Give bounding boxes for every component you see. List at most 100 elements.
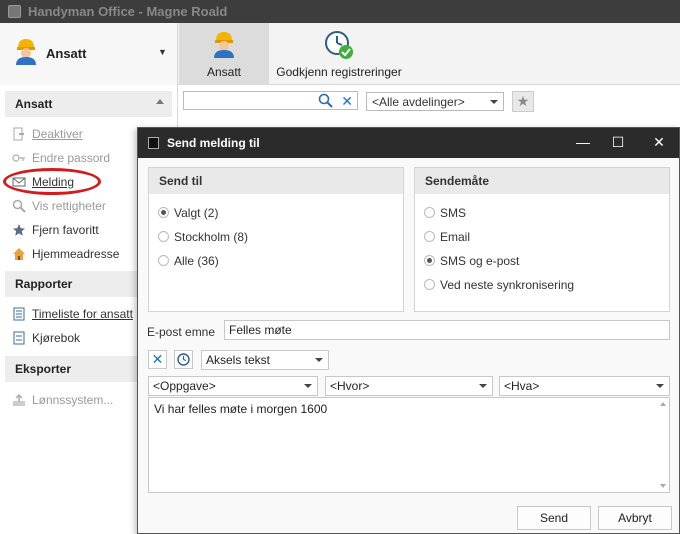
what-select-value: <Hva> [504, 379, 540, 393]
dialog-titlebar: Send melding til — ☐ ✕ [138, 128, 679, 158]
radio-dot [158, 207, 169, 219]
chevron-down-icon [479, 384, 487, 388]
chevron-down-icon [315, 358, 323, 362]
collapse-icon [156, 99, 164, 104]
send-method-group: Sendemåte SMS Email SMS og e-post Ved ne… [414, 167, 670, 312]
dialog-icon [148, 137, 159, 149]
section-title: Ansatt [15, 97, 53, 111]
clock-check-icon [324, 30, 354, 63]
chevron-down-icon: ▼ [158, 47, 167, 57]
send-to-title: Send til [149, 168, 403, 194]
sidebar-item-label: Hjemmeadresse [32, 246, 120, 261]
insert-time-button[interactable] [174, 350, 193, 369]
department-select[interactable]: <Alle avdelinger> [366, 92, 504, 111]
radio-dot [424, 279, 435, 291]
close-icon: ✕ [151, 351, 164, 367]
radio-alle[interactable]: Alle (36) [158, 253, 219, 268]
where-select-value: <Hvor> [330, 379, 370, 393]
sidebar-item-label: Deaktiver [32, 126, 83, 141]
dialog-title: Send melding til [167, 136, 260, 150]
worker-icon [212, 30, 236, 61]
scroll-up-icon [660, 402, 666, 406]
house-icon [12, 247, 26, 261]
send-message-dialog: Send melding til — ☐ ✕ Send til Valgt (2… [137, 127, 680, 534]
sidebar-item-vis-rettigheter[interactable]: Vis rettigheter [12, 198, 106, 216]
close-icon[interactable]: ✕ [649, 134, 669, 151]
ribbon-approve-button[interactable]: Godkjenn registreringer [269, 23, 409, 85]
subject-value: Felles møte [229, 323, 292, 337]
sidebar-item-deaktiver[interactable]: Deaktiver [12, 126, 83, 144]
radio-label: Alle (36) [174, 253, 219, 268]
magnifier-icon [12, 199, 26, 213]
app-title: Handyman Office - Magne Roald [28, 4, 228, 19]
star-icon [12, 223, 26, 237]
radio-sms[interactable]: SMS [424, 205, 466, 220]
sidebar-item-hjemmeadresse[interactable]: Hjemmeadresse [12, 246, 119, 264]
sidebar-item-label: Fjern favoritt [32, 222, 99, 237]
subject-input[interactable]: Felles møte [224, 320, 670, 340]
deactivate-icon [12, 127, 26, 141]
radio-dot [424, 255, 435, 267]
sidebar-item-fjern-favoritt[interactable]: Fjern favoritt [12, 222, 99, 240]
sidebar-item-timeliste[interactable]: Timeliste for ansatt [12, 306, 133, 324]
radio-dot [424, 231, 435, 243]
ribbon: Ansatt ▼ Ansatt Godkjenn registreringer [0, 23, 680, 85]
chevron-down-icon [656, 384, 664, 388]
radio-dot [424, 207, 435, 219]
ribbon-ansatt-button[interactable]: Ansatt [179, 23, 269, 85]
chevron-down-icon [304, 384, 312, 388]
search-icon[interactable] [318, 93, 333, 111]
ribbon-approve-label: Godkjenn registreringer [276, 65, 402, 79]
app-titlebar: Handyman Office - Magne Roald [0, 0, 680, 23]
message-textarea[interactable]: Vi har felles møte i morgen 1600 [148, 397, 670, 493]
favorite-star-button[interactable]: ★ [512, 91, 534, 112]
sidebar-item-label: Vis rettigheter [32, 198, 106, 213]
radio-sms-og-epost[interactable]: SMS og e-post [424, 253, 519, 268]
radio-label: SMS [440, 205, 467, 220]
sidebar-item-kjorebok[interactable]: Kjørebok [12, 330, 80, 348]
key-icon [12, 151, 26, 165]
radio-valgt[interactable]: Valgt (2) [158, 205, 218, 220]
text-template-value: Aksels tekst [206, 353, 271, 367]
department-select-value: <Alle avdelinger> [372, 95, 465, 109]
section-header-ansatt[interactable]: Ansatt [5, 91, 172, 117]
text-template-select[interactable]: Aksels tekst [201, 350, 329, 370]
where-select[interactable]: <Hvor> [325, 376, 493, 396]
radio-neste-synk[interactable]: Ved neste synkronisering [424, 277, 574, 292]
radio-email[interactable]: Email [424, 229, 470, 244]
sidebar-item-lonnssystem[interactable]: Lønnssystem... [12, 392, 113, 410]
what-select[interactable]: <Hva> [499, 376, 670, 396]
maximize-icon[interactable]: ☐ [608, 134, 628, 151]
cancel-button[interactable]: Avbryt [598, 506, 672, 530]
sidebar-item-label: Lønnssystem... [32, 392, 114, 407]
export-icon [12, 393, 26, 407]
radio-dot [158, 231, 169, 243]
send-to-group: Send til Valgt (2) Stockholm (8) Alle (3… [148, 167, 404, 312]
radio-dot [158, 255, 169, 267]
sidebar-item-label: Endre passord [32, 150, 111, 165]
clock-icon [177, 353, 190, 369]
logbook-icon [12, 331, 26, 345]
radio-label: Ved neste synkronisering [440, 277, 575, 292]
send-button[interactable]: Send [517, 506, 591, 530]
task-select[interactable]: <Oppgave> [148, 376, 318, 396]
task-select-value: <Oppgave> [153, 379, 216, 393]
sidebar-item-endre-passord[interactable]: Endre passord [12, 150, 110, 168]
user-selector[interactable]: Ansatt ▼ [0, 23, 178, 85]
timesheet-icon [12, 307, 26, 321]
message-scrollbar[interactable] [657, 398, 669, 492]
clear-text-button[interactable]: ✕ [148, 350, 167, 369]
scroll-down-icon [660, 484, 666, 488]
radio-stockholm[interactable]: Stockholm (8) [158, 229, 248, 244]
sidebar-item-label: Timeliste for ansatt [32, 306, 133, 321]
star-icon: ★ [516, 93, 530, 109]
clear-search-icon[interactable]: ✕ [341, 93, 353, 109]
app-icon [8, 5, 21, 18]
section-title: Eksporter [15, 362, 72, 376]
search-input[interactable]: ✕ [183, 91, 358, 110]
radio-label: Stockholm (8) [174, 229, 249, 244]
radio-label: SMS og e-post [440, 253, 520, 268]
section-title: Rapporter [15, 277, 73, 291]
radio-label: Email [440, 229, 471, 244]
minimize-icon[interactable]: — [573, 134, 593, 150]
